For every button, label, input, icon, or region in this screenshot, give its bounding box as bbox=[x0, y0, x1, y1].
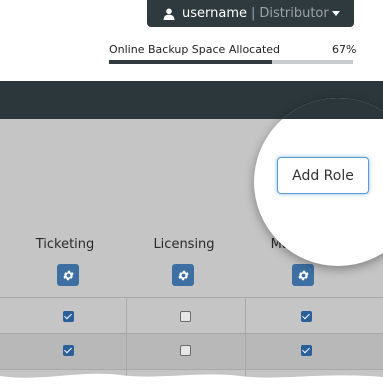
column-header-ticketing: Ticketing bbox=[35, 237, 95, 252]
caret-down-icon[interactable] bbox=[332, 11, 340, 16]
gear-icon bbox=[177, 270, 189, 280]
column-header-licensing: Licensing bbox=[153, 237, 215, 252]
add-role-button[interactable]: Add Role bbox=[277, 157, 369, 194]
user-role-label: Distributor bbox=[259, 6, 329, 21]
backup-quota-bar bbox=[109, 60, 353, 64]
licensing-settings-button[interactable] bbox=[172, 264, 194, 286]
gear-icon bbox=[62, 270, 74, 280]
backup-quota-percent: 67% bbox=[332, 43, 357, 56]
marketing-permission-checkbox[interactable] bbox=[301, 311, 312, 322]
username-label: username bbox=[182, 6, 247, 21]
ticketing-permission-checkbox[interactable] bbox=[63, 311, 74, 322]
backup-quota-fill bbox=[109, 60, 273, 64]
backup-quota-label: Online Backup Space Allocated bbox=[109, 43, 281, 56]
ticketing-permission-checkbox[interactable] bbox=[63, 345, 74, 356]
user-menu[interactable]: username | Distributor bbox=[147, 0, 354, 27]
marketing-permission-checkbox[interactable] bbox=[301, 345, 312, 356]
person-icon bbox=[163, 8, 175, 20]
marketing-settings-button[interactable] bbox=[292, 264, 314, 286]
gear-icon bbox=[297, 270, 309, 280]
table-row-divider bbox=[0, 333, 383, 334]
table-header-divider bbox=[0, 297, 383, 298]
licensing-permission-checkbox[interactable] bbox=[180, 311, 191, 322]
licensing-permission-checkbox[interactable] bbox=[180, 345, 191, 356]
role-permissions-screen: username | Distributor Online Backup Spa… bbox=[0, 0, 383, 386]
ticketing-settings-button[interactable] bbox=[57, 264, 79, 286]
torn-edge bbox=[0, 373, 383, 386]
spotlight-header-band bbox=[254, 98, 383, 119]
user-menu-separator: | bbox=[251, 6, 256, 21]
